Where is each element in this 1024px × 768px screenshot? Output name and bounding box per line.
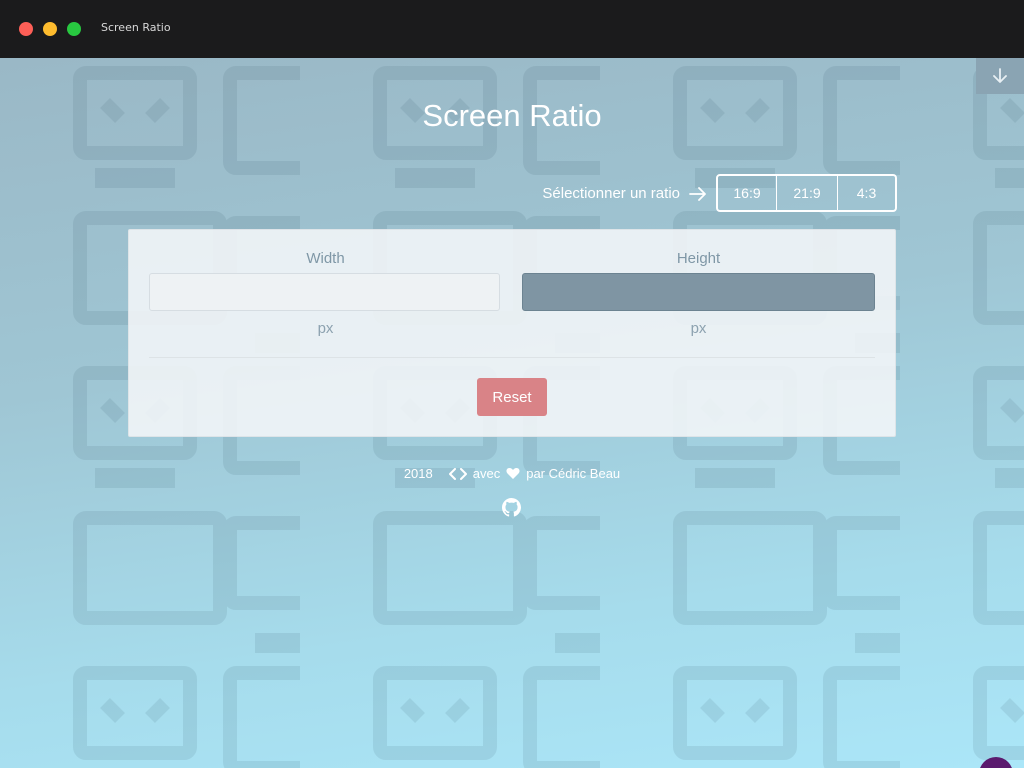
ratio-button-group: 16:9 21:9 4:3 — [716, 174, 897, 212]
footer-credits: 2018 avec par Cédric Beau — [0, 466, 1024, 481]
width-unit: px — [317, 320, 334, 337]
width-input[interactable] — [149, 273, 500, 311]
title-bar: Screen Ratio — [0, 0, 1024, 58]
main-content: Screen Ratio Sélectionner un ratio 16:9 … — [0, 58, 1024, 768]
footer-year: 2018 — [403, 466, 433, 481]
reset-button[interactable]: Reset — [477, 378, 547, 416]
footer-avec-text: avec — [472, 466, 501, 481]
page-title: Screen Ratio — [422, 98, 602, 133]
window-title: Screen Ratio — [101, 21, 171, 34]
dimensions-card: Width Height px px Reset — [128, 229, 896, 437]
arrow-right-icon — [689, 187, 706, 201]
code-icon — [448, 467, 467, 480]
maximize-window-button[interactable] — [67, 22, 81, 36]
ratio-4-3-button[interactable]: 4:3 — [837, 176, 895, 210]
download-button[interactable] — [976, 58, 1024, 94]
arrow-down-icon — [993, 68, 1007, 83]
ratio-selector-label: Sélectionner un ratio — [542, 185, 680, 202]
height-unit: px — [690, 320, 707, 337]
card-divider — [149, 357, 875, 358]
footer-author-text: par Cédric Beau — [526, 466, 621, 481]
height-label: Height — [676, 250, 721, 267]
height-input[interactable] — [522, 273, 875, 311]
ratio-21-9-button[interactable]: 21:9 — [776, 176, 837, 210]
heart-icon — [506, 468, 520, 479]
ratio-16-9-button[interactable]: 16:9 — [718, 176, 776, 210]
app-window: Screen Ratio Screen Ratio Sélectionner u… — [0, 0, 1024, 768]
close-window-button[interactable] — [19, 22, 33, 36]
minimize-window-button[interactable] — [43, 22, 57, 36]
github-icon[interactable] — [502, 498, 521, 517]
width-label: Width — [306, 250, 345, 267]
